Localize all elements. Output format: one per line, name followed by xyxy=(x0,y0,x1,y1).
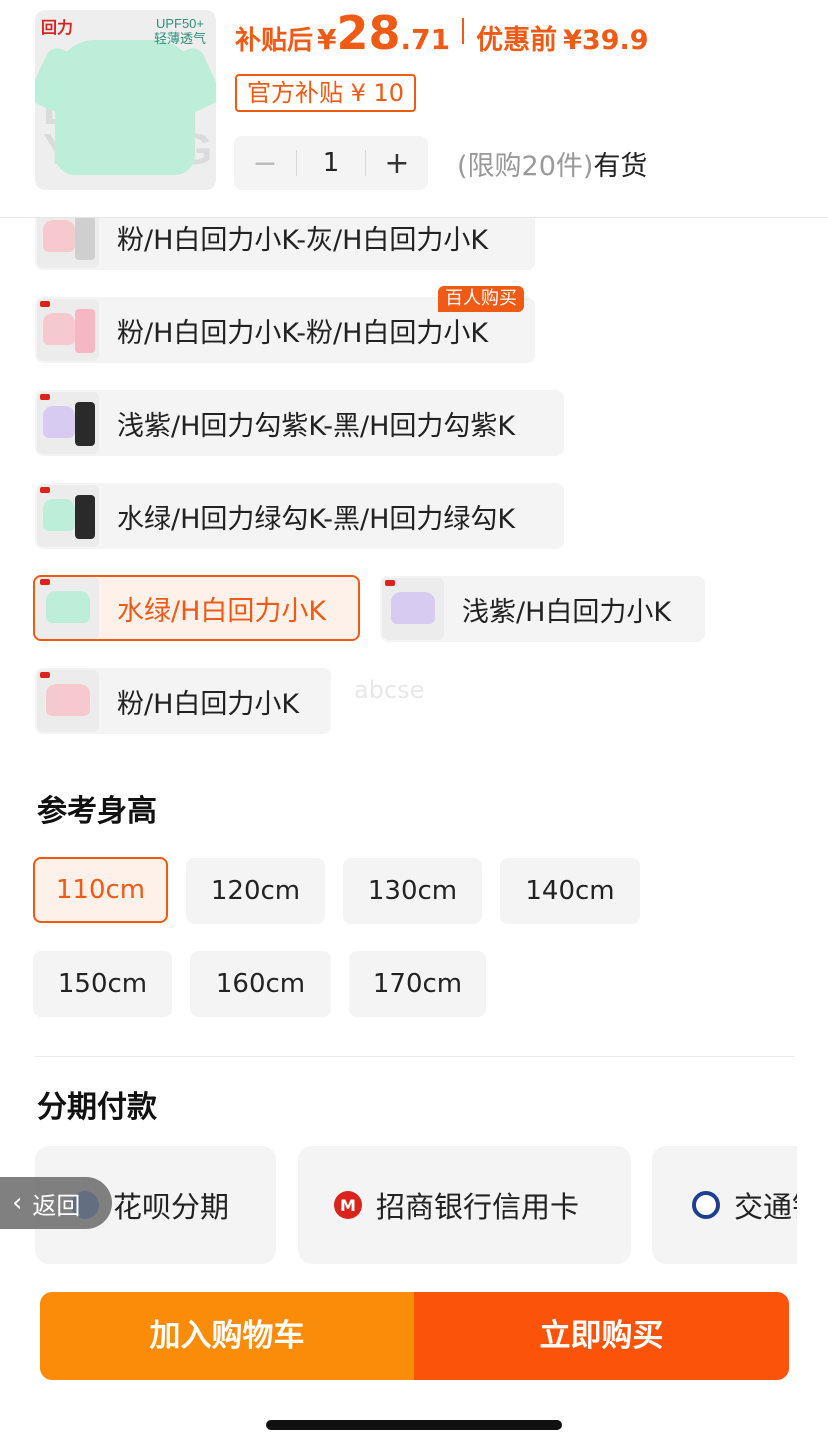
increase-quantity-button[interactable]: + xyxy=(366,146,428,181)
variant-thumbnail xyxy=(382,578,444,640)
shirt-swatch xyxy=(46,591,90,623)
variant-label: 粉/H白回力小K xyxy=(117,688,300,720)
quantity-value[interactable]: 1 xyxy=(297,148,365,178)
upf-label: UPF50+ xyxy=(155,16,205,31)
cmb-icon: M xyxy=(334,1191,362,1219)
home-indicator xyxy=(266,1420,562,1430)
price-row: 补贴后 ¥ 28 .71 优惠前 ¥39.9 xyxy=(235,6,649,60)
variant-label: 浅紫/H白回力小K xyxy=(462,596,672,628)
price-after-integer: 28 xyxy=(336,6,401,60)
price-after-label: 补贴后 xyxy=(235,26,314,56)
add-to-cart-button[interactable]: 加入购物车 xyxy=(40,1292,414,1380)
size-option[interactable]: 160cm xyxy=(190,951,331,1017)
chevron-left-icon: ‹ xyxy=(12,1188,23,1218)
variant-label: 粉/H白回力小K-灰/H白回力小K xyxy=(117,224,489,256)
watermark: abcse xyxy=(354,676,425,704)
variant-option[interactable]: 粉/H白回力小K xyxy=(35,668,331,734)
bocom-icon xyxy=(692,1191,720,1219)
variant-thumbnail xyxy=(37,485,99,547)
brand-mark xyxy=(40,301,50,307)
size-option[interactable]: 130cm xyxy=(343,858,482,924)
action-bar: 加入购物车 立即购买 xyxy=(40,1292,789,1380)
size-option-selected[interactable]: 110cm xyxy=(33,857,168,923)
variant-thumbnail xyxy=(37,577,99,639)
brand-mark xyxy=(40,672,50,678)
shirt-swatch xyxy=(43,499,75,531)
pants-swatch xyxy=(75,402,95,446)
pants-swatch xyxy=(75,495,95,539)
pants-swatch xyxy=(75,216,95,260)
stock-status: (限购20件)有货 xyxy=(457,144,647,183)
installment-label: 招商银行信用卡 xyxy=(376,1190,580,1224)
variant-option-selected[interactable]: 水绿/H白回力小K xyxy=(33,575,360,641)
shirt-swatch xyxy=(46,684,90,716)
variant-thumbnail xyxy=(37,670,99,732)
variant-option[interactable]: 浅紫/H白回力小K xyxy=(380,576,705,642)
price-separator xyxy=(462,18,465,44)
official-subsidy-badge: 官方补贴 ¥ 10 xyxy=(235,74,417,112)
variant-option[interactable]: 水绿/H回力绿勾K-黑/H回力绿勾K xyxy=(35,483,564,549)
price-after-decimal: .71 xyxy=(400,23,451,56)
variant-option[interactable]: 浅紫/H回力勾紫K-黑/H回力勾紫K xyxy=(35,390,564,456)
size-option[interactable]: 120cm xyxy=(186,858,325,924)
variant-label: 粉/H白回力小K-粉/H白回力小K xyxy=(117,317,489,349)
variant-thumbnail xyxy=(37,392,99,454)
price-before: ¥39.9 xyxy=(563,25,649,56)
shirt-swatch xyxy=(43,313,75,345)
shirt-swatch xyxy=(43,406,75,438)
brand-logo: 回力 xyxy=(41,20,74,37)
buy-now-button[interactable]: 立即购买 xyxy=(414,1292,789,1380)
installment-section-title: 分期付款 xyxy=(37,1090,157,1125)
product-header: LIFEYOUNG 回力 UPF50+ 轻薄透气 补贴后 ¥ 28 .71 优惠… xyxy=(0,0,828,218)
purchase-limit: (限购20件) xyxy=(457,151,594,182)
variant-thumbnail xyxy=(37,299,99,361)
price-before-label: 优惠前 xyxy=(476,25,558,56)
currency-symbol: ¥ xyxy=(317,23,337,56)
tshirt-image xyxy=(55,40,195,175)
quantity-stepper: − 1 + xyxy=(234,136,428,190)
upf-tag: UPF50+ 轻薄透气 xyxy=(154,16,206,46)
size-option[interactable]: 150cm xyxy=(33,951,172,1017)
installment-options-scroller[interactable]: 花呗分期 M 招商银行信用卡 交通银行信用卡 xyxy=(0,1140,797,1270)
back-label: 返回 xyxy=(32,1191,81,1220)
installment-label: 交通银行信用卡 xyxy=(734,1190,797,1224)
decrease-quantity-button[interactable]: − xyxy=(234,146,296,181)
brand-mark xyxy=(40,487,50,493)
shirt-swatch xyxy=(391,592,435,624)
height-section-title: 参考身高 xyxy=(37,794,157,829)
size-option[interactable]: 170cm xyxy=(349,951,486,1017)
size-option[interactable]: 140cm xyxy=(500,858,640,924)
shirt-swatch xyxy=(43,220,75,252)
hot-purchase-badge: 百人购买 xyxy=(438,286,524,312)
brand-mark xyxy=(385,580,395,586)
brand-mark xyxy=(40,394,50,400)
installment-option-bocom[interactable]: 交通银行信用卡 xyxy=(652,1146,797,1264)
pants-swatch xyxy=(75,309,95,353)
variant-label: 浅紫/H回力勾紫K-黑/H回力勾紫K xyxy=(117,410,516,442)
variant-label: 水绿/H回力绿勾K-黑/H回力绿勾K xyxy=(117,503,516,535)
upf-feature: 轻薄透气 xyxy=(153,31,206,46)
section-divider xyxy=(35,1056,795,1057)
brand-mark xyxy=(40,579,50,585)
installment-option-cmb[interactable]: M 招商银行信用卡 xyxy=(298,1146,631,1264)
product-thumbnail[interactable]: LIFEYOUNG 回力 UPF50+ 轻薄透气 xyxy=(35,10,216,190)
back-button[interactable]: ‹ 返回 xyxy=(0,1177,112,1229)
installment-label: 花呗分期 xyxy=(113,1190,230,1224)
stock-availability: 有货 xyxy=(593,151,648,182)
variant-label: 水绿/H白回力小K xyxy=(117,595,327,627)
